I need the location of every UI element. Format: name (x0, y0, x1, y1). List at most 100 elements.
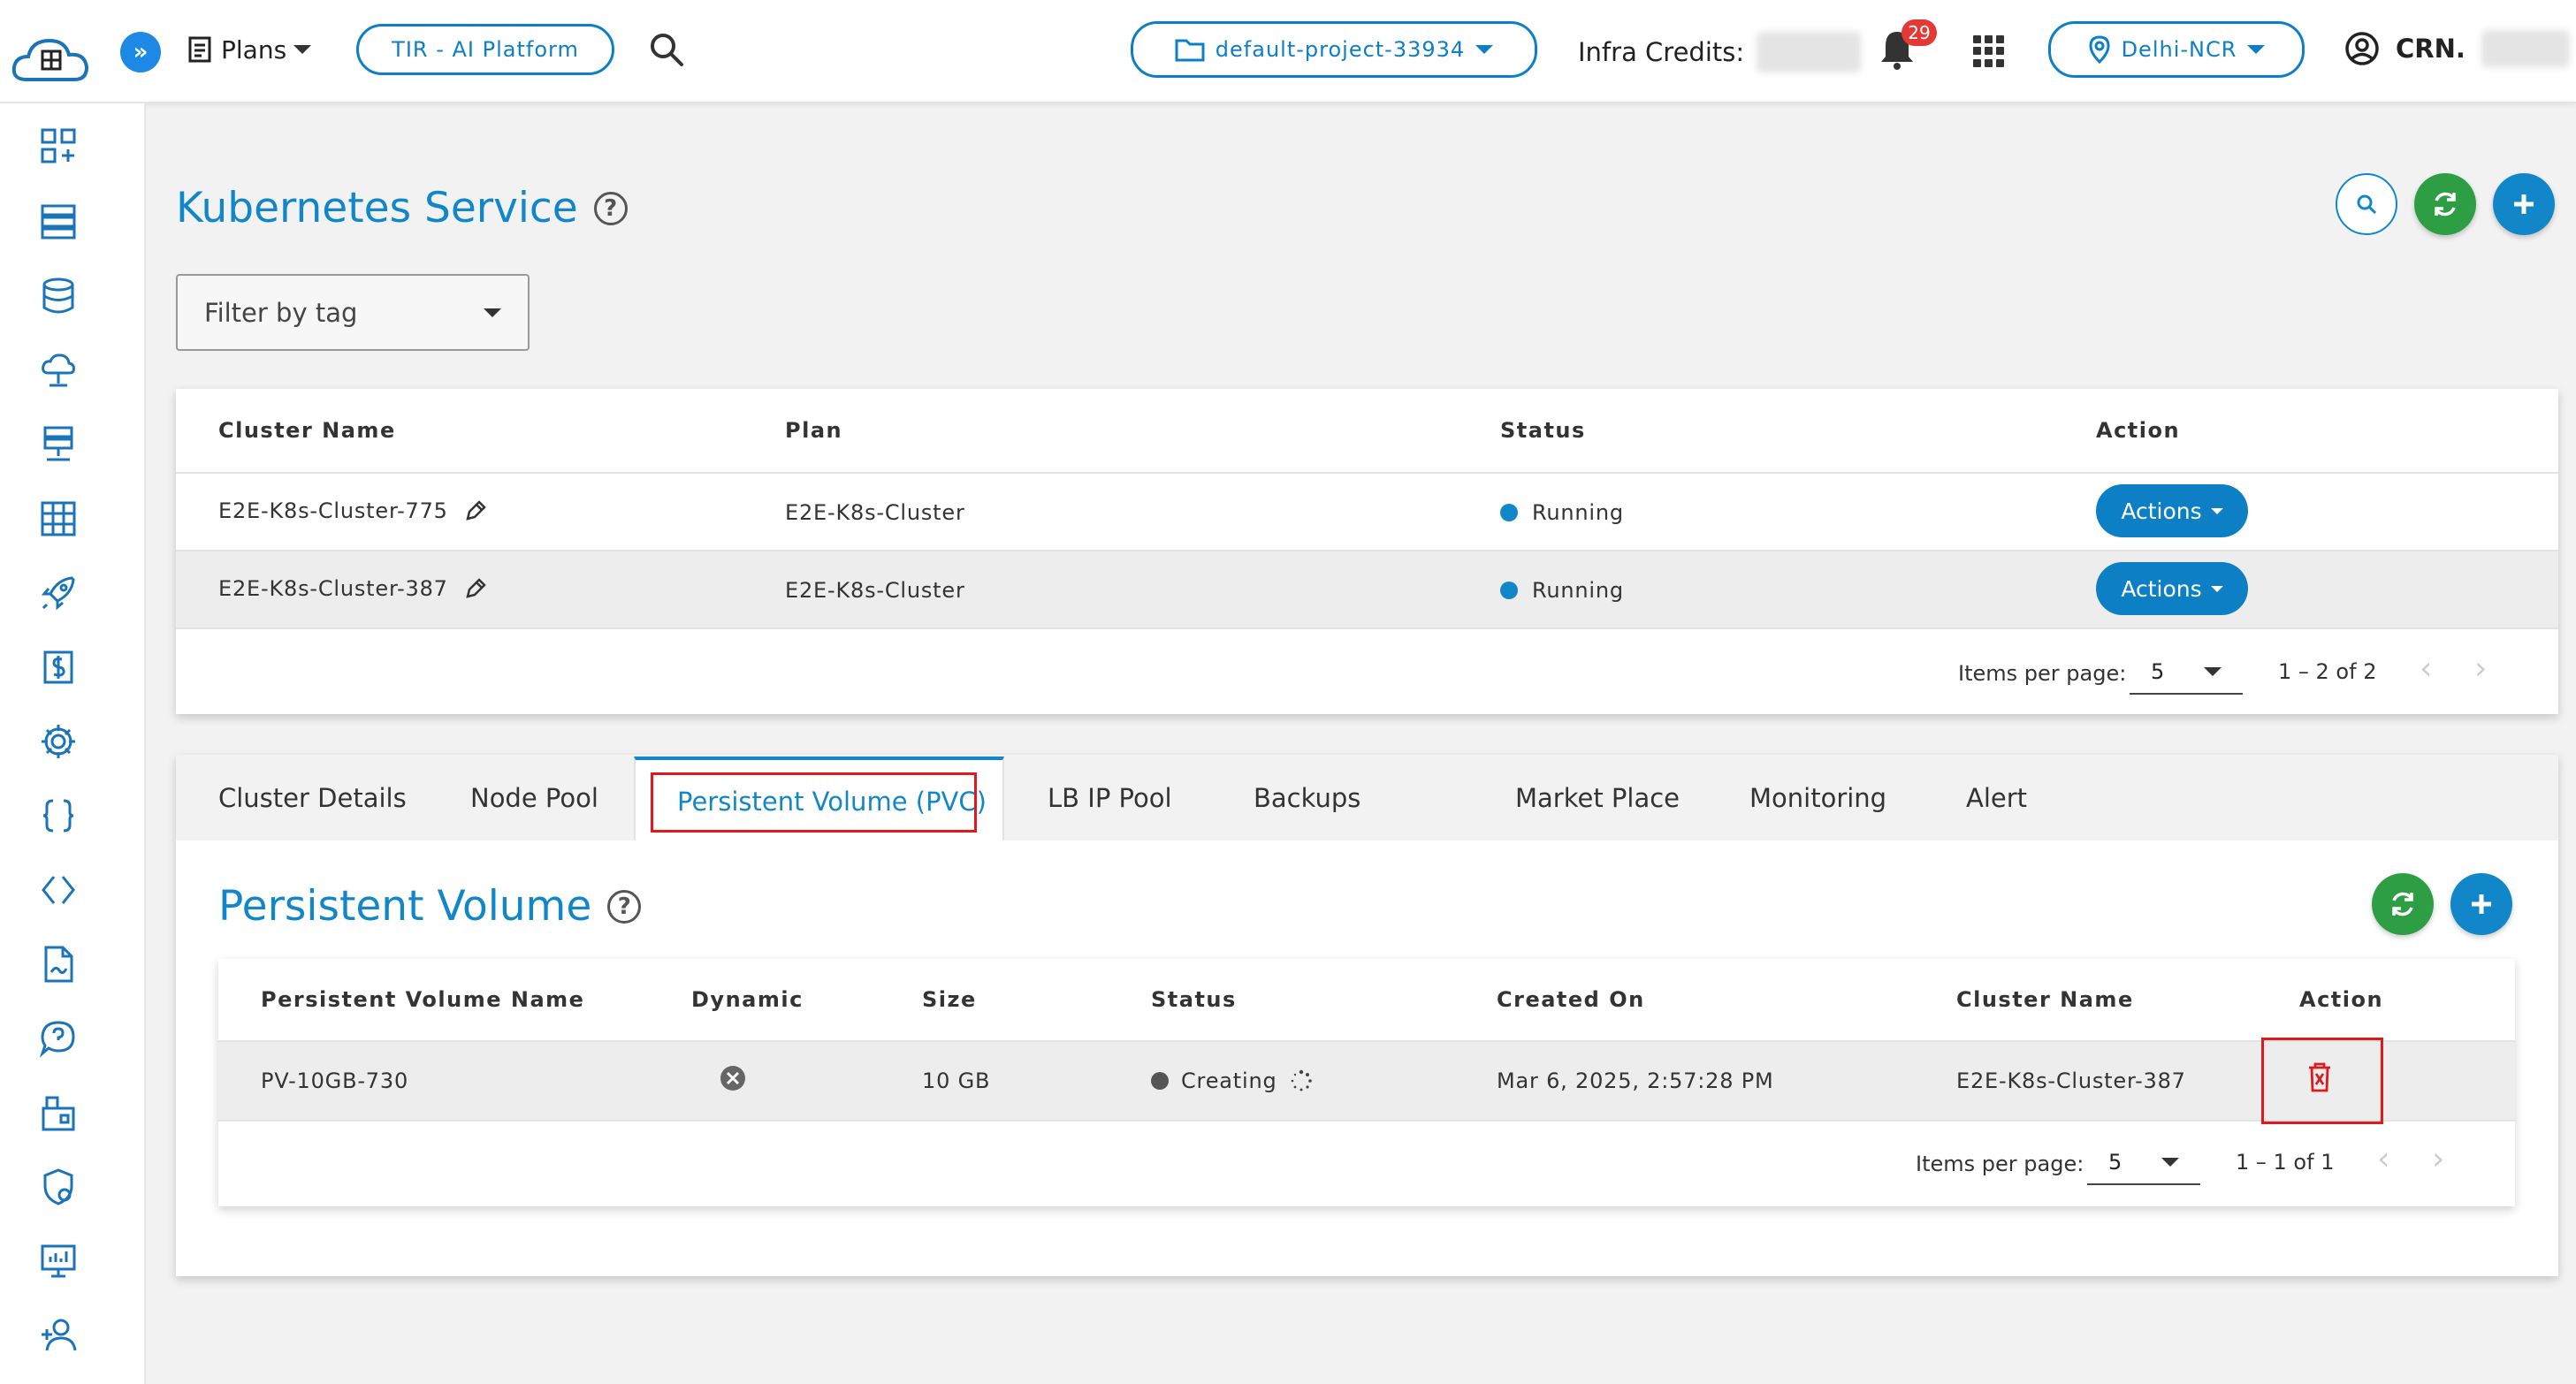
refresh-clusters-button[interactable] (2414, 173, 2476, 235)
monitor-icon[interactable] (35, 1238, 81, 1284)
add-cluster-button[interactable] (2493, 173, 2555, 235)
column-header: Action (2096, 418, 2181, 443)
status-cell: Creating (1151, 1068, 1313, 1093)
project-label: default-project-33934 (1215, 37, 1466, 62)
gear-icon[interactable] (35, 719, 81, 764)
plus-icon (2514, 194, 2534, 214)
column-header: Dynamic (691, 987, 804, 1012)
highlight-delete-action (2261, 1038, 2383, 1124)
database-icon[interactable] (35, 273, 81, 319)
column-header: Cluster Name (1956, 987, 2134, 1012)
braces-icon[interactable] (35, 793, 81, 839)
status-dot (1151, 1072, 1169, 1090)
plans-icon (188, 36, 211, 63)
tab-lb-ip-pool[interactable]: LB IP Pool (1048, 783, 1172, 813)
refresh-icon (2435, 192, 2456, 217)
filter-by-tag-placeholder: Filter by tag (204, 297, 358, 328)
pv-name-cell: PV-10GB-730 (261, 1068, 409, 1093)
add-pv-button[interactable] (2450, 873, 2512, 935)
support-chat-icon[interactable] (35, 1015, 81, 1061)
column-header: Status (1500, 418, 1586, 443)
next-page-icon[interactable]: › (2432, 1141, 2444, 1177)
tab-market-place[interactable]: Market Place (1515, 783, 1680, 813)
notifications-button[interactable]: 29 (1877, 19, 1937, 76)
server-icon[interactable] (35, 199, 81, 245)
status-dot (1500, 504, 1518, 521)
tab-node-pool[interactable]: Node Pool (470, 783, 598, 813)
plan-cell: E2E-K8s-Cluster (785, 578, 965, 603)
tab-monitoring[interactable]: Monitoring (1749, 783, 1886, 813)
network-server-icon[interactable] (35, 422, 81, 468)
region-selector[interactable]: Delhi-NCR (2048, 21, 2305, 78)
top-navbar: » Plans TIR - AI Platform default-projec… (0, 0, 2576, 103)
search-icon[interactable] (647, 30, 686, 69)
cluster-name-cell: E2E-K8s-Cluster-387 (1956, 1068, 2186, 1093)
plan-cell: E2E-K8s-Cluster (785, 500, 965, 525)
sidebar-expand-button[interactable]: » (120, 32, 161, 72)
actions-button[interactable]: Actions (2096, 562, 2248, 615)
filter-by-tag-select[interactable]: Filter by tag (176, 274, 530, 351)
user-account-icon (2345, 32, 2379, 65)
cluster-name[interactable]: E2E-K8s-Cluster-387 (218, 576, 448, 601)
help-icon[interactable]: ? (607, 889, 642, 924)
folder-icon (1175, 39, 1205, 62)
pagination-range: 1 – 1 of 1 (2236, 1150, 2335, 1175)
chevron-down-icon (2161, 1158, 2179, 1167)
previous-page-icon[interactable]: ‹ (2377, 1141, 2389, 1177)
tab-alert[interactable]: Alert (1966, 783, 2027, 813)
chevron-down-icon (484, 308, 501, 317)
column-header: Cluster Name (218, 418, 396, 443)
e2e-logo[interactable] (9, 32, 94, 88)
tab-backups[interactable]: Backups (1254, 783, 1360, 813)
search-clusters-button[interactable] (2336, 173, 2397, 235)
double-chevron-right-icon: » (133, 39, 149, 65)
status-text: Running (1532, 578, 1624, 603)
status-cell: Running (1500, 578, 1624, 603)
divider (176, 627, 2558, 629)
help-icon[interactable]: ? (593, 191, 628, 225)
size-cell: 10 GB (922, 1068, 991, 1093)
cloud-network-icon[interactable] (35, 347, 81, 393)
search-icon (2357, 194, 2377, 215)
status-dot (1500, 582, 1518, 599)
actions-button[interactable]: Actions (2096, 484, 2248, 537)
cluster-name-cell: E2E-K8s-Cluster-387 (218, 575, 489, 602)
dashboard-icon[interactable] (35, 123, 81, 169)
location-pin-icon (2089, 35, 2110, 65)
add-user-icon[interactable] (35, 1312, 81, 1358)
billing-icon[interactable] (35, 644, 81, 690)
infra-credits-label: Infra Credits: (1578, 37, 1745, 67)
grid-table-icon[interactable] (35, 496, 81, 542)
items-per-page-select[interactable]: 5 (2087, 1141, 2200, 1185)
page-title-text: Kubernetes Service (176, 184, 578, 232)
marketplace-icon[interactable] (35, 1090, 81, 1136)
page-size-value: 5 (2108, 1150, 2123, 1175)
rocket-icon[interactable] (35, 570, 81, 616)
chevron-down-icon (293, 45, 312, 54)
cluster-name[interactable]: E2E-K8s-Cluster-775 (218, 498, 448, 523)
pagination-range: 1 – 2 of 2 (2278, 659, 2377, 684)
region-label: Delhi-NCR (2121, 37, 2237, 62)
plans-label: Plans (221, 34, 287, 65)
tir-ai-platform-button[interactable]: TIR - AI Platform (356, 24, 614, 75)
tab-cluster-details[interactable]: Cluster Details (218, 783, 407, 813)
code-icon[interactable] (35, 867, 81, 913)
document-icon[interactable] (35, 941, 81, 987)
chevron-down-icon (2247, 45, 2266, 54)
project-selector[interactable]: default-project-33934 (1131, 21, 1537, 78)
column-header: Status (1151, 987, 1237, 1012)
items-per-page-select[interactable]: 5 (2130, 650, 2243, 695)
security-shield-icon[interactable] (35, 1164, 81, 1210)
column-header: Plan (785, 418, 843, 443)
edit-icon[interactable] (462, 575, 489, 602)
next-page-icon[interactable]: › (2474, 650, 2487, 687)
refresh-pv-button[interactable] (2372, 873, 2434, 935)
plans-menu[interactable]: Plans (187, 30, 312, 69)
previous-page-icon[interactable]: ‹ (2420, 650, 2432, 687)
apps-grid-icon[interactable] (1973, 35, 2005, 67)
highlight-pvc-tab (651, 772, 977, 833)
edit-icon[interactable] (462, 498, 489, 524)
caret-down-icon (2210, 507, 2223, 514)
sidebar (0, 103, 146, 1384)
user-menu[interactable]: CRN. (2344, 30, 2570, 67)
